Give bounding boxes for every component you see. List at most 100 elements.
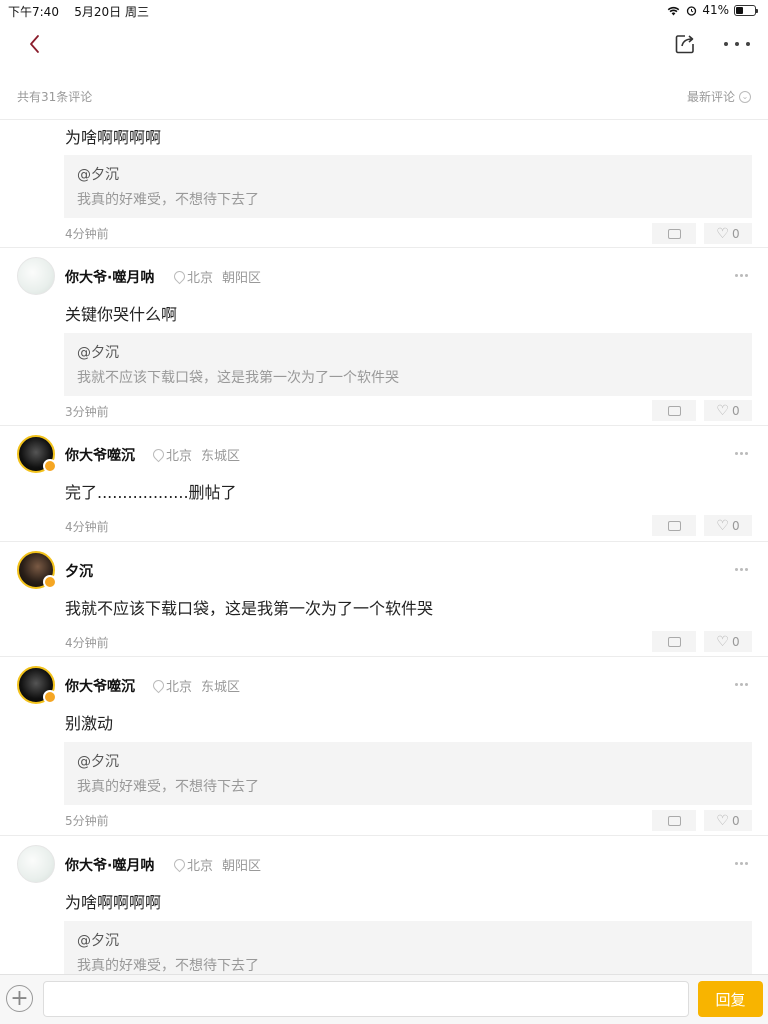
wifi-icon <box>668 6 680 15</box>
like-count: 0 <box>731 226 740 241</box>
sort-dropdown[interactable]: 最新评论 ⌄ <box>687 88 751 105</box>
comment-author[interactable]: 夕沉 <box>65 561 93 581</box>
avatar[interactable] <box>17 551 57 589</box>
reply-button[interactable] <box>652 631 696 652</box>
vip-badge-icon <box>43 575 57 589</box>
status-bar: 下午7:40 5月20日 周三 41% <box>0 0 768 20</box>
comment-author[interactable]: 你大爷·噬月呐 <box>65 267 154 287</box>
heart-icon: ♡ <box>716 517 729 534</box>
comment-item: 你大爷噬沉 北京 东城区 完了..................删帖了 4分钟… <box>0 426 768 542</box>
avatar[interactable] <box>17 845 55 883</box>
comment-location: 北京 东城区 <box>153 445 240 464</box>
comment-text: 我就不应该下载口袋，这是我第一次为了一个软件哭 <box>65 599 434 618</box>
reply-button[interactable] <box>652 400 696 421</box>
location-district: 朝阳区 <box>222 271 262 286</box>
comment-more-button[interactable] <box>735 568 748 571</box>
comment-bubble-icon <box>667 815 681 826</box>
share-icon <box>675 35 694 54</box>
more-dot <box>740 683 743 686</box>
more-button[interactable] <box>724 32 750 56</box>
reply-submit-button[interactable]: 回复 <box>698 981 763 1017</box>
quoted-user[interactable]: @夕沉 <box>77 164 119 184</box>
comment-time: 3分钟前 <box>65 405 109 419</box>
comment-text: 为啥啊啊啊啊 <box>65 893 162 912</box>
comment-list[interactable]: 为啥啊啊啊啊 @夕沉 我真的好难受，不想待下去了 4分钟前 ♡ 0 你大爷·噬月呐… <box>0 121 768 974</box>
comment-item: 你大爷噬沉 北京 东城区 别激动 @夕沉 我真的好难受，不想待下去了 5分钟前 … <box>0 657 768 836</box>
like-button[interactable]: ♡ 0 <box>704 223 752 244</box>
comment-author[interactable]: 你大爷·噬月呐 <box>65 855 154 875</box>
comment-author[interactable]: 你大爷噬沉 <box>65 445 135 465</box>
comment-bubble-icon <box>667 405 681 416</box>
status-time-date: 下午7:40 5月20日 周三 <box>8 3 149 20</box>
location-pin-icon <box>174 271 183 283</box>
comment-author[interactable]: 你大爷噬沉 <box>65 676 135 696</box>
comment-time: 4分钟前 <box>65 520 109 534</box>
alarm-icon <box>687 5 697 16</box>
comment-bubble-icon <box>667 228 681 239</box>
like-count: 0 <box>731 634 740 649</box>
share-button[interactable] <box>673 32 697 56</box>
nav-bar <box>0 20 768 70</box>
like-button[interactable]: ♡ 0 <box>704 810 752 831</box>
back-button[interactable] <box>22 30 46 58</box>
comment-more-button[interactable] <box>735 274 748 277</box>
more-dot <box>746 42 750 46</box>
heart-icon: ♡ <box>716 402 729 419</box>
comment-bubble-icon <box>667 636 681 647</box>
like-count: 0 <box>731 813 740 828</box>
comments-header: 共有31条评论 最新评论 ⌄ <box>0 70 768 120</box>
more-dot <box>745 862 748 865</box>
quoted-comment[interactable]: @夕沉 我真的好难受，不想待下去了 <box>64 155 752 218</box>
location-district: 东城区 <box>201 449 241 464</box>
reply-input[interactable] <box>43 981 689 1017</box>
quoted-user[interactable]: @夕沉 <box>77 342 119 362</box>
like-button[interactable]: ♡ 0 <box>704 631 752 652</box>
comment-item: 你大爷·噬月呐 北京 朝阳区 为啥啊啊啊啊 @夕沉 我真的好难受，不想待下去了 <box>0 836 768 974</box>
more-dot <box>745 274 748 277</box>
comment-location: 北京 朝阳区 <box>174 267 261 286</box>
avatar[interactable] <box>17 435 57 473</box>
like-button[interactable]: ♡ 0 <box>704 515 752 536</box>
more-dot <box>740 274 743 277</box>
comment-time: 4分钟前 <box>65 636 109 650</box>
location-city: 北京 <box>187 859 214 874</box>
battery-icon <box>734 4 758 16</box>
reply-bar: + 回复 <box>0 974 768 1024</box>
more-dot <box>735 42 739 46</box>
more-dot <box>740 568 743 571</box>
avatar[interactable] <box>17 257 55 295</box>
comment-count: 共有31条评论 <box>17 90 93 104</box>
comment-location: 北京 东城区 <box>153 676 240 695</box>
quoted-text: 我真的好难受，不想待下去了 <box>77 192 259 208</box>
more-dot <box>735 568 738 571</box>
quoted-user[interactable]: @夕沉 <box>77 930 119 950</box>
quoted-user[interactable]: @夕沉 <box>77 751 119 771</box>
quoted-comment[interactable]: @夕沉 我真的好难受，不想待下去了 <box>64 742 752 805</box>
location-district: 东城区 <box>201 680 241 695</box>
more-dot <box>735 862 738 865</box>
comment-item: 为啥啊啊啊啊 @夕沉 我真的好难受，不想待下去了 4分钟前 ♡ 0 <box>0 121 768 248</box>
more-dot <box>735 452 738 455</box>
comment-more-button[interactable] <box>735 862 748 865</box>
quoted-text: 我真的好难受，不想待下去了 <box>77 958 259 974</box>
more-dot <box>735 274 738 277</box>
quoted-comment[interactable]: @夕沉 我真的好难受，不想待下去了 <box>64 921 752 974</box>
reply-button[interactable] <box>652 810 696 831</box>
add-attachment-button[interactable]: + <box>6 985 33 1012</box>
quoted-comment[interactable]: @夕沉 我就不应该下载口袋，这是我第一次为了一个软件哭 <box>64 333 752 396</box>
quoted-text: 我真的好难受，不想待下去了 <box>77 779 259 795</box>
vip-badge-icon <box>43 690 57 704</box>
comment-time: 5分钟前 <box>65 814 109 828</box>
location-pin-icon <box>174 859 183 871</box>
comment-more-button[interactable] <box>735 452 748 455</box>
comment-more-button[interactable] <box>735 683 748 686</box>
location-city: 北京 <box>166 449 193 464</box>
reply-button[interactable] <box>652 223 696 244</box>
plus-icon: + <box>10 985 29 1011</box>
like-button[interactable]: ♡ 0 <box>704 400 752 421</box>
more-dot <box>745 452 748 455</box>
reply-button[interactable] <box>652 515 696 536</box>
heart-icon: ♡ <box>716 812 729 829</box>
comment-text: 为啥啊啊啊啊 <box>65 128 162 147</box>
avatar[interactable] <box>17 666 57 704</box>
